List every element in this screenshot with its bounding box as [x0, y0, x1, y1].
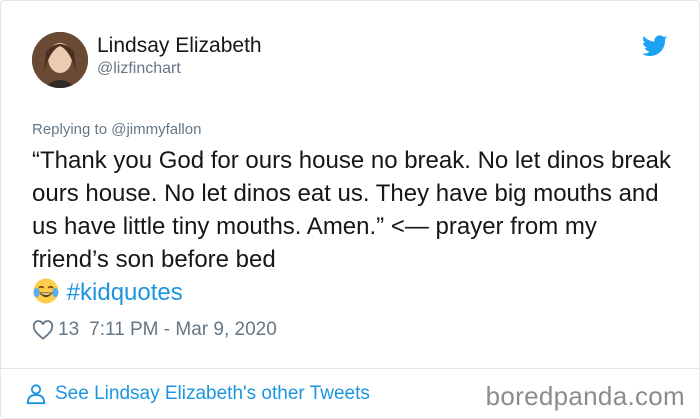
divider [1, 368, 699, 369]
laughing-tears-emoji-icon [33, 278, 59, 304]
see-more-tweets-link[interactable]: See Lindsay Elizabeth's other Tweets [25, 383, 370, 405]
replying-to[interactable]: Replying to @jimmyfallon [32, 121, 201, 138]
heart-icon[interactable] [32, 320, 54, 340]
watermark: boredpanda.com [485, 381, 685, 411]
tweet-meta: 13 7:11 PM - Mar 9, 2020 [32, 319, 277, 341]
tweet-body: “Thank you God for ours house no break. … [32, 144, 672, 309]
author-handle[interactable]: @lizfinchart [97, 60, 181, 78]
person-icon [26, 384, 46, 405]
like-count[interactable]: 13 [58, 319, 79, 341]
avatar-image [32, 32, 88, 88]
see-more-label[interactable]: See Lindsay Elizabeth's other Tweets [55, 383, 370, 405]
twitter-bird-icon[interactable] [642, 34, 668, 58]
timestamp[interactable]: 7:11 PM - Mar 9, 2020 [89, 319, 277, 341]
tweet-card: Lindsay Elizabeth @lizfinchart Replying … [0, 0, 700, 419]
tweet-text: “Thank you God for ours house no break. … [32, 147, 672, 273]
hashtag-link[interactable]: #kidquotes [67, 279, 183, 306]
author-name[interactable]: Lindsay Elizabeth [97, 34, 262, 58]
avatar[interactable] [32, 32, 88, 88]
